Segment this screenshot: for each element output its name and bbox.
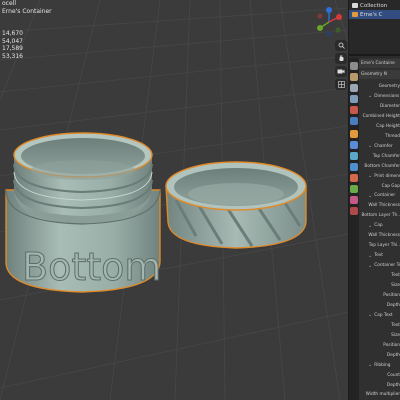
texture-tab-icon[interactable] bbox=[350, 207, 358, 215]
panel-header[interactable]: Ribbing bbox=[359, 361, 400, 370]
outliner-row-label: Erne's C bbox=[360, 11, 383, 18]
property-field-label[interactable]: Count bbox=[359, 371, 400, 380]
stats-collection-label: Erne's Container bbox=[2, 7, 52, 15]
object-name-label: Erne's Containe bbox=[361, 61, 395, 66]
stats-value: 54,047 bbox=[2, 37, 23, 45]
panel-header[interactable]: Container Text bbox=[359, 261, 400, 270]
camera-icon[interactable] bbox=[335, 66, 347, 77]
property-field-label[interactable]: Bottom Chamfer bbox=[359, 162, 400, 171]
view-layer-tab-icon[interactable] bbox=[350, 95, 358, 103]
outliner[interactable]: Collection Erne's C bbox=[349, 0, 400, 56]
property-field-label[interactable]: Geometry bbox=[359, 82, 400, 91]
modifier-tab-icon[interactable] bbox=[350, 141, 358, 149]
property-field-label[interactable]: Cap Height bbox=[359, 122, 400, 131]
stats-value: 53,316 bbox=[2, 52, 23, 60]
property-field-label[interactable]: Depth bbox=[359, 381, 400, 390]
property-field-label[interactable]: Thread bbox=[359, 132, 400, 141]
constraints-tab-icon[interactable] bbox=[350, 174, 358, 182]
panel-header[interactable]: Print dimensions bbox=[359, 172, 400, 181]
property-field-label[interactable]: Wall Thickness bbox=[359, 201, 400, 210]
zoom-icon[interactable] bbox=[335, 40, 347, 51]
render-tab-icon[interactable] bbox=[350, 73, 358, 81]
panel-header[interactable]: Text bbox=[359, 251, 400, 260]
stats-object-label: ocell bbox=[2, 0, 16, 7]
hand-pan-icon[interactable] bbox=[335, 53, 347, 64]
data-tab-icon[interactable] bbox=[350, 185, 358, 193]
property-field-label[interactable]: Text bbox=[359, 271, 400, 280]
embossed-text: Bottom bbox=[22, 245, 161, 289]
particles-tab-icon[interactable] bbox=[350, 152, 358, 160]
properties-tabs bbox=[349, 58, 359, 400]
property-field-label[interactable]: Diameter bbox=[359, 102, 400, 111]
scene-tab-icon[interactable] bbox=[350, 106, 358, 114]
outliner-row-object[interactable]: Erne's C bbox=[349, 10, 400, 19]
property-field-label[interactable]: Depth bbox=[359, 301, 400, 310]
right-panels: Collection Erne's C Erne's Containe Geom… bbox=[348, 0, 400, 400]
material-tab-icon[interactable] bbox=[350, 196, 358, 204]
properties-editor: Erne's Containe Geometry N GeometryDimen… bbox=[349, 58, 400, 400]
grid-icon[interactable] bbox=[335, 79, 347, 90]
physics-tab-icon[interactable] bbox=[350, 163, 358, 171]
tool-tab-icon[interactable] bbox=[350, 62, 358, 70]
property-field-label[interactable]: Size bbox=[359, 331, 400, 340]
property-field-label[interactable]: Top Layer Thi.. bbox=[359, 241, 400, 250]
collection-icon bbox=[352, 3, 358, 8]
outliner-row-collection[interactable]: Collection bbox=[349, 1, 400, 10]
panel-header[interactable]: Chamfer bbox=[359, 142, 400, 151]
property-field-label[interactable]: Size bbox=[359, 281, 400, 290]
property-field-label[interactable]: Width multiplier bbox=[359, 390, 400, 399]
panel-header[interactable]: Cap bbox=[359, 221, 400, 230]
panel-header[interactable]: Cap Text bbox=[359, 311, 400, 320]
object-name-field[interactable]: Erne's Containe bbox=[359, 59, 400, 68]
viewport-scene[interactable]: Bottom bbox=[0, 0, 348, 400]
modifier-name-label: Geometry N bbox=[361, 72, 388, 77]
property-field-label[interactable]: Position bbox=[359, 341, 400, 350]
navigation-gizmo-icon[interactable] bbox=[314, 6, 344, 38]
property-field-label[interactable]: Top Chamfer bbox=[359, 152, 400, 161]
modifier-header[interactable]: Geometry N bbox=[359, 70, 400, 79]
object-icon bbox=[352, 12, 358, 17]
stats-value: 17,589 bbox=[2, 45, 23, 53]
property-field-label[interactable]: Position bbox=[359, 291, 400, 300]
property-field-label[interactable]: Text bbox=[359, 321, 400, 330]
blender-window: Bottom ocell Erne's Container 14,670 54,… bbox=[0, 0, 400, 400]
property-field-label[interactable]: Bottom Layer Th.. bbox=[359, 211, 400, 220]
property-field-label[interactable]: Depth bbox=[359, 351, 400, 360]
property-field-label[interactable]: Cap Gap bbox=[359, 182, 400, 191]
object-tab-icon[interactable] bbox=[350, 130, 358, 138]
stats-value: 14,670 bbox=[2, 30, 23, 38]
output-tab-icon[interactable] bbox=[350, 84, 358, 92]
properties-content: Erne's Containe Geometry N GeometryDimen… bbox=[359, 58, 400, 400]
cap-mesh[interactable] bbox=[165, 161, 307, 249]
world-tab-icon[interactable] bbox=[350, 117, 358, 125]
outliner-row-label: Collection bbox=[360, 2, 388, 9]
property-field-label[interactable]: Combined Height bbox=[359, 112, 400, 121]
viewport-statistics: ocell Erne's Container 14,670 54,047 17,… bbox=[2, 0, 52, 61]
3d-viewport[interactable]: Bottom ocell Erne's Container 14,670 54,… bbox=[0, 0, 348, 400]
property-field-label[interactable]: Wall Thickness bbox=[359, 231, 400, 240]
container-mesh[interactable]: Bottom bbox=[5, 132, 162, 293]
panel-header[interactable]: Dimensions bbox=[359, 92, 400, 101]
panel-header[interactable]: Container bbox=[359, 191, 400, 200]
